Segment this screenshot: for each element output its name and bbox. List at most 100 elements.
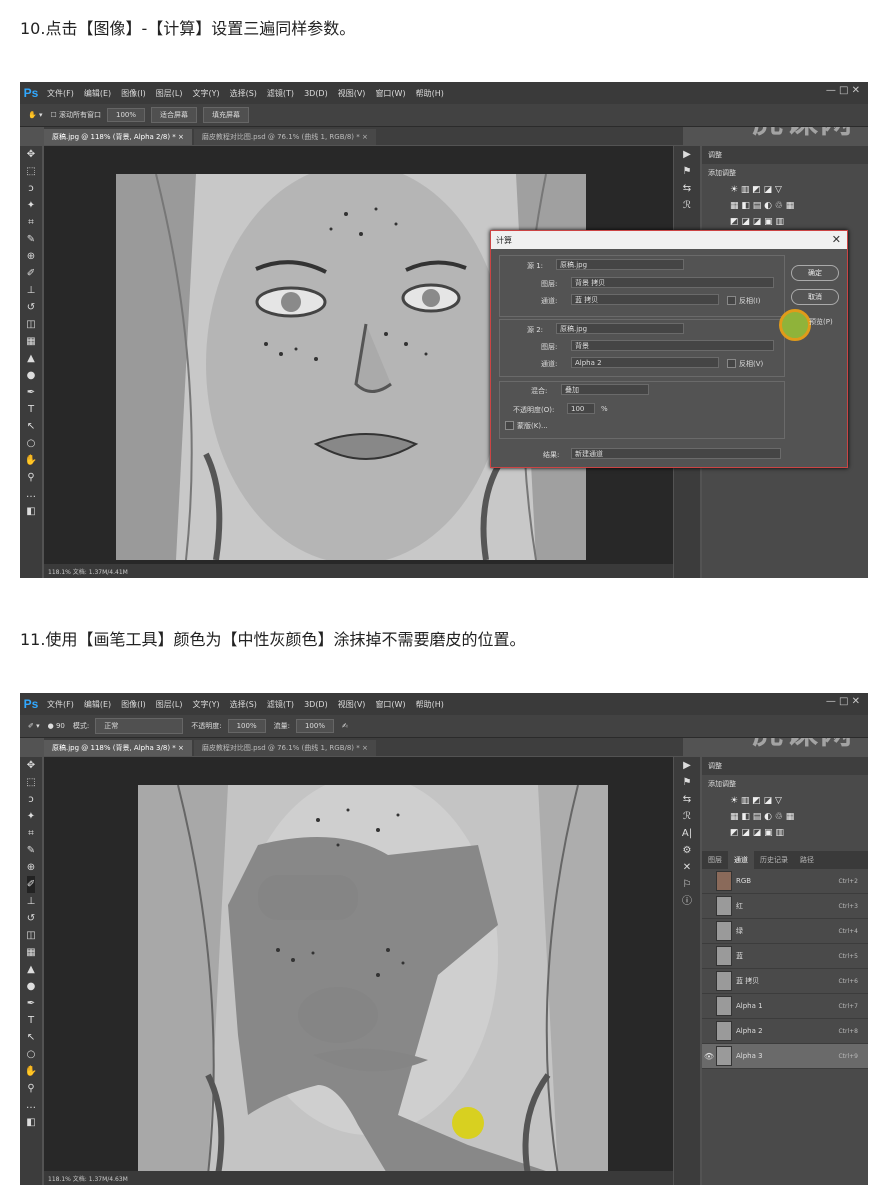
shape-tool-icon[interactable]: ○ [27,435,36,452]
hand-tool-icon-side[interactable]: ✋ [25,452,37,469]
healing-tool-icon-2[interactable]: ⊕ [27,859,35,876]
adjustment-icons-row-1-2[interactable]: ☀ ▥ ◩ ◪ ▽ [702,793,868,809]
result-select[interactable]: 新建通道 [571,448,781,459]
brush-tool-icon[interactable]: ✐ [27,265,35,282]
adjustment-icons-row-3[interactable]: ◩ ◪ ◪ ▣ ▥ [702,214,868,230]
adjustment-icons-row-2[interactable]: ▦ ◧ ▤ ◐ ♲ ▦ [702,198,868,214]
tab-original-2[interactable]: 原稿.jpg @ 118% (背景, Alpha 3/8) * × [44,740,192,756]
tab-paths[interactable]: 路径 [794,851,820,869]
pen-tool-icon[interactable]: ✒ [27,384,35,401]
opacity-value-2[interactable]: 100% [227,719,266,733]
close-icon[interactable]: ✕ [832,233,841,246]
crop-tool-icon[interactable]: ⌗ [28,214,34,231]
shape-tool-icon-2[interactable]: ○ [27,1046,36,1063]
menu-view[interactable]: 视图(V) [338,88,366,99]
type-panel-icon-2[interactable]: ℛ [683,808,691,825]
path-select-icon-2[interactable]: ↖ [27,1029,35,1046]
channel-row-selected[interactable]: 👁 Alpha 3 Ctrl+9 [702,1044,868,1069]
opacity-input[interactable]: 100 [567,403,595,414]
blend-select[interactable]: 叠加 [561,384,649,395]
invert2-checkbox[interactable] [727,359,736,368]
crop-tool-icon-2[interactable]: ⌗ [28,825,34,842]
eye-icon[interactable]: 👁 [702,1052,716,1061]
marquee-tool-icon[interactable]: ⬚ [26,163,35,180]
adjust-icon-2[interactable]: ⇆ [683,791,691,808]
adjustment-icons-row-2-2[interactable]: ▦ ◧ ▤ ◐ ♲ ▦ [702,809,868,825]
layer2-select[interactable]: 背景 [571,340,774,351]
menu-edit[interactable]: 编辑(E) [84,88,111,99]
channel-row[interactable]: 蓝 Ctrl+5 [702,944,868,969]
flow-value[interactable]: 100% [295,719,334,733]
lasso-tool-icon[interactable]: ↄ [28,180,34,197]
fill-screen-button[interactable]: 填充屏幕 [203,107,249,123]
magic-wand-tool-icon-2[interactable]: ✦ [27,808,35,825]
eraser-tool-icon[interactable]: ◫ [26,316,35,333]
canvas-area-2[interactable] [44,757,673,1175]
blur-tool-icon[interactable]: ▲ [27,350,35,367]
channel-row[interactable]: 绿 Ctrl+4 [702,919,868,944]
menu-select-2[interactable]: 选择(S) [230,699,257,710]
zoom-tool-icon-2[interactable]: ⚲ [27,1080,34,1097]
marquee-tool-icon-2[interactable]: ⬚ [26,774,35,791]
fit-screen-button[interactable]: 适合屏幕 [151,107,197,123]
eraser-tool-icon-2[interactable]: ◫ [26,927,35,944]
invert1-checkbox[interactable] [727,296,736,305]
mask-checkbox[interactable] [505,421,514,430]
info-icon[interactable]: ⓘ [682,893,692,910]
more-tools-icon-2[interactable]: … [26,1097,36,1114]
path-select-icon[interactable]: ↖ [27,418,35,435]
move-tool-icon[interactable]: ✥ [27,146,35,163]
menu-filter[interactable]: 滤镜(T) [267,88,294,99]
tab-comparison[interactable]: 磨皮教程对比图.psd @ 76.1% (曲线 1, RGB/8) * × [193,129,376,145]
channel-row[interactable]: RGB Ctrl+2 [702,869,868,894]
tab-channels[interactable]: 通道 [728,851,754,869]
library-icon[interactable]: ⚐ [683,876,692,893]
settings-icon[interactable]: ⚙ [683,842,692,859]
type-tool-icon-2[interactable]: T [28,1012,34,1029]
move-tool-icon-2[interactable]: ✥ [27,757,35,774]
scroll-all-checkbox[interactable]: ☐ 滚动所有窗口 [50,110,101,120]
hand-tool-icon[interactable]: ✋ ▾ [28,111,42,119]
hand-tool-icon-2[interactable]: ✋ [25,1063,37,1080]
history-brush-icon[interactable]: ↺ [27,299,35,316]
menu-image-2[interactable]: 图像(I) [121,699,146,710]
menu-layer[interactable]: 图层(L) [156,88,183,99]
history-brush-icon-2[interactable]: ↺ [27,910,35,927]
brush-size-picker[interactable]: ● 90 [48,722,65,730]
window-controls-2[interactable]: — □ ✕ [826,696,860,707]
stamp-tool-icon[interactable]: ⊥ [27,282,36,299]
eyedropper-tool-icon[interactable]: ✎ [27,231,35,248]
menu-filter-2[interactable]: 滤镜(T) [267,699,294,710]
ok-button[interactable]: 确定 [791,265,839,281]
menu-file[interactable]: 文件(F) [47,88,74,99]
airbrush-icon[interactable]: ✍ [342,722,348,730]
menu-file-2[interactable]: 文件(F) [47,699,74,710]
type-tool-icon[interactable]: T [28,401,34,418]
glyph-icon[interactable]: A| [682,825,692,842]
eyedropper-tool-icon-2[interactable]: ✎ [27,842,35,859]
play-icon[interactable]: ▶ [683,146,691,163]
source1-select[interactable]: 原稿.jpg [556,259,684,270]
menu-select[interactable]: 选择(S) [230,88,257,99]
stamp-tool-icon-2[interactable]: ⊥ [27,893,36,910]
source2-select[interactable]: 原稿.jpg [556,323,684,334]
portrait-canvas-2[interactable] [138,785,608,1175]
cancel-button[interactable]: 取消 [791,289,839,305]
mode-select[interactable]: 正常 [95,718,184,734]
brush-preset-icon-2[interactable]: ⚑ [683,774,692,791]
tab-original[interactable]: 原稿.jpg @ 118% (背景, Alpha 2/8) * × [44,129,192,145]
dodge-tool-icon-2[interactable]: ● [27,978,36,995]
menu-image[interactable]: 图像(I) [121,88,146,99]
dodge-tool-icon[interactable]: ● [27,367,36,384]
tab-comparison-2[interactable]: 磨皮教程对比图.psd @ 76.1% (曲线 1, RGB/8) * × [193,740,376,756]
channel-row[interactable]: 红 Ctrl+3 [702,894,868,919]
color-swatch-icon[interactable]: ◧ [26,503,35,520]
tab-history[interactable]: 历史记录 [754,851,794,869]
adjustment-icons-row-1[interactable]: ☀ ▥ ◩ ◪ ▽ [702,182,868,198]
magic-wand-tool-icon[interactable]: ✦ [27,197,35,214]
more-tools-icon[interactable]: … [26,486,36,503]
menu-edit-2[interactable]: 编辑(E) [84,699,111,710]
gradient-tool-icon-2[interactable]: ▦ [26,944,35,961]
brush-tool-icon-active[interactable]: ✐ [26,876,36,893]
menu-type[interactable]: 文字(Y) [192,88,219,99]
